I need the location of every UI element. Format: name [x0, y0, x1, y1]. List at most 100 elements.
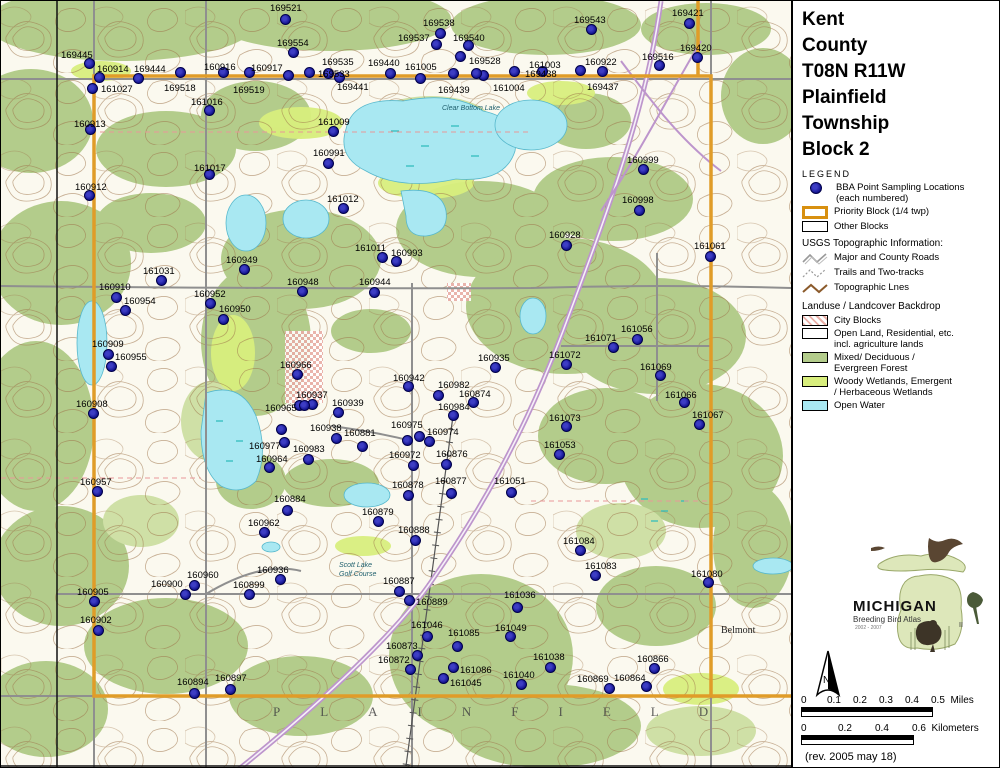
sampling-point-label: 160912: [75, 183, 107, 192]
sampling-point-label: 161071: [585, 334, 617, 343]
sampling-point-label: 161084: [563, 537, 595, 546]
sampling-point-dot: [452, 641, 463, 652]
map-title-line: County: [793, 33, 1000, 59]
sampling-point-dot: [512, 602, 523, 613]
scale-tick-label: 0.2: [838, 723, 875, 734]
scalebar-segment: [828, 712, 854, 716]
sampling-point-label: 161036: [504, 591, 536, 600]
sampling-point-label: 160899: [233, 581, 265, 590]
sampling-point-dot: [87, 83, 98, 94]
sampling-point-label: 160913: [74, 120, 106, 129]
sampling-point-label: 160897: [215, 674, 247, 683]
map-annotation-text: Golf Course: [339, 571, 376, 578]
map-title-line: Block 2: [793, 137, 1000, 163]
sampling-point-dot: [276, 424, 287, 435]
sampling-point-label: 160977: [249, 442, 281, 451]
sampling-point-label: 169518: [164, 84, 196, 93]
sampling-point-label: 160873: [386, 642, 418, 651]
landuse-item-open: Open Land, Residential, etc.incl. agricu…: [793, 327, 1000, 351]
north-arrow-icon: N: [811, 649, 845, 701]
scale-tick-label: 0.6: [912, 723, 926, 734]
sampling-point-label: 161083: [585, 562, 617, 571]
sampling-point-label: 160877: [435, 477, 467, 486]
sampling-point-dot: [448, 68, 459, 79]
sampling-point-label: 160955: [115, 353, 147, 362]
sampling-point-dot: [448, 662, 459, 673]
sampling-point-dot: [394, 586, 405, 597]
scalebar-segment: [876, 740, 913, 744]
sampling-point-label: 169444: [134, 65, 166, 74]
scalebar-segment: [802, 740, 839, 744]
sidebar: KentCountyT08N R11WPlainfieldTownshipBlo…: [791, 1, 1000, 768]
sampling-point-label: 161069: [640, 363, 672, 372]
scalebar-segment: [880, 712, 906, 716]
map-annotation-text: Belmont: [721, 625, 755, 636]
map-canvas[interactable]: 1695211695381695431694211695541695371695…: [1, 1, 791, 768]
sampling-point-dot: [111, 292, 122, 303]
sampling-point-label: 161051: [494, 477, 526, 486]
scale-bars: 00.10.20.30.40.5 Miles 00.20.40.6 Kilome…: [801, 695, 997, 763]
sampling-point-label: 161011: [355, 244, 386, 253]
sampling-point-label: 169535: [322, 58, 354, 67]
forest-swatch-icon: [802, 352, 828, 363]
sampling-point-label: 161027: [101, 85, 133, 94]
map-annotation-text: Clear Bottom Lake: [442, 105, 500, 112]
sampling-point-label: 160964: [256, 455, 288, 464]
landuse-legend-list: City BlocksOpen Land, Residential, etc.i…: [793, 314, 1000, 412]
sampling-point-label: 160874: [459, 390, 491, 399]
sampling-point-dot: [471, 68, 482, 79]
sampling-point-label: 169516: [642, 53, 674, 62]
legend-item-major-roads: Major and County Roads: [793, 251, 1000, 266]
sampling-point-label: 160965: [265, 404, 297, 413]
sampling-point-dot: [684, 18, 695, 29]
sampling-point-label: 161040: [503, 671, 535, 680]
sampling-point-label: 160984: [438, 403, 470, 412]
map-annotation-text: Scott Lake: [339, 562, 372, 569]
sampling-point-label: 160879: [362, 508, 394, 517]
topo-lines-zigzag-icon: [802, 282, 828, 295]
scale-unit-label: Miles: [945, 695, 974, 706]
map-annotation-text: PLAINFIELD: [273, 704, 748, 720]
sampling-point-label: 169439: [438, 86, 470, 95]
scalebar-segment: [802, 712, 828, 716]
scalebar-segment: [839, 740, 876, 744]
sampling-point-dot: [455, 51, 466, 62]
sampling-point-dot: [402, 435, 413, 446]
sampling-point-label: 161012: [327, 195, 359, 204]
sampling-point-label: 160966: [280, 361, 312, 370]
sampling-point-label: 160991: [313, 149, 345, 158]
landuse-heading: Landuse / Landcover Backdrop: [793, 296, 1000, 314]
sampling-point-label: 160900: [151, 580, 183, 589]
sampling-point-dot: [705, 251, 716, 262]
km-scalebar: [801, 735, 914, 745]
miles-scalebar: [801, 707, 933, 717]
sampling-point-label: 161073: [549, 414, 581, 423]
landuse-item-wetland: Woody Wetlands, Emergent/ Herbaceous Wet…: [793, 375, 1000, 399]
other-blocks-label: Other Blocks: [834, 221, 888, 232]
open-swatch-icon: [802, 328, 828, 339]
map-title-line: Township: [793, 111, 1000, 137]
sampling-point-label: 160954: [124, 297, 156, 306]
sampling-point-dot: [506, 487, 517, 498]
sampling-point-label: 160872: [378, 656, 410, 665]
miles-tick-labels: 00.10.20.30.40.5 Miles: [801, 695, 997, 706]
sampling-point-label: 161053: [544, 441, 576, 450]
sampling-point-label: 160864: [614, 674, 646, 683]
other-blocks-swatch-icon: [802, 221, 828, 232]
sampling-point-label: 160944: [359, 278, 391, 287]
scale-tick-label: 0.2: [853, 695, 879, 706]
sampling-point-dot: [189, 580, 200, 591]
sampling-point-label: 161061: [694, 242, 726, 251]
sampling-point-dot: [433, 390, 444, 401]
logo-title: MICHIGAN: [853, 598, 937, 615]
scale-tick-label: 0: [801, 723, 838, 734]
landuse-item-label: Woody Wetlands, Emergent/ Herbaceous Wet…: [834, 376, 952, 398]
page: 1695211695381695431694211695541695371695…: [0, 0, 1000, 768]
landuse-item-water: Open Water: [793, 399, 1000, 412]
logo-numeral: II: [959, 622, 963, 629]
sampling-point-dot: [422, 631, 433, 642]
bba-points-label2: (each numbered): [836, 193, 964, 204]
sampling-point-label: 161085: [448, 629, 480, 638]
sampling-point-label: 160894: [177, 678, 209, 687]
sampling-point-label: 160878: [392, 481, 424, 490]
